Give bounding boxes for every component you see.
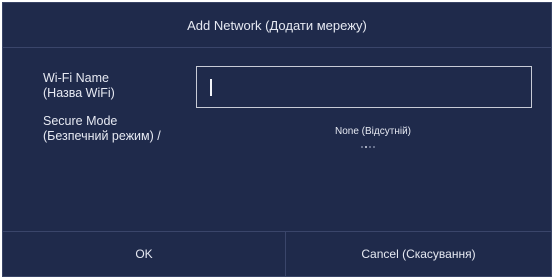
dialog-footer: OK Cancel (Скасування) (3, 231, 551, 276)
secure-mode-label: Secure Mode (Безпечний режим) / (43, 114, 161, 143)
wifi-name-label: Wi-Fi Name (Назва WiFi) (43, 71, 115, 100)
text-caret (210, 79, 212, 96)
add-network-dialog: Add Network (Додати мережу) Wi-Fi Name (… (2, 2, 552, 277)
wifi-name-input[interactable] (196, 66, 532, 108)
ok-button[interactable]: OK (3, 232, 286, 276)
cancel-button[interactable]: Cancel (Скасування) (286, 232, 551, 276)
secure-mode-selector[interactable]: None (Відсутній) (273, 126, 473, 137)
dialog-title: Add Network (Додати мережу) (3, 3, 551, 48)
secure-mode-indicator-icon (353, 144, 383, 150)
